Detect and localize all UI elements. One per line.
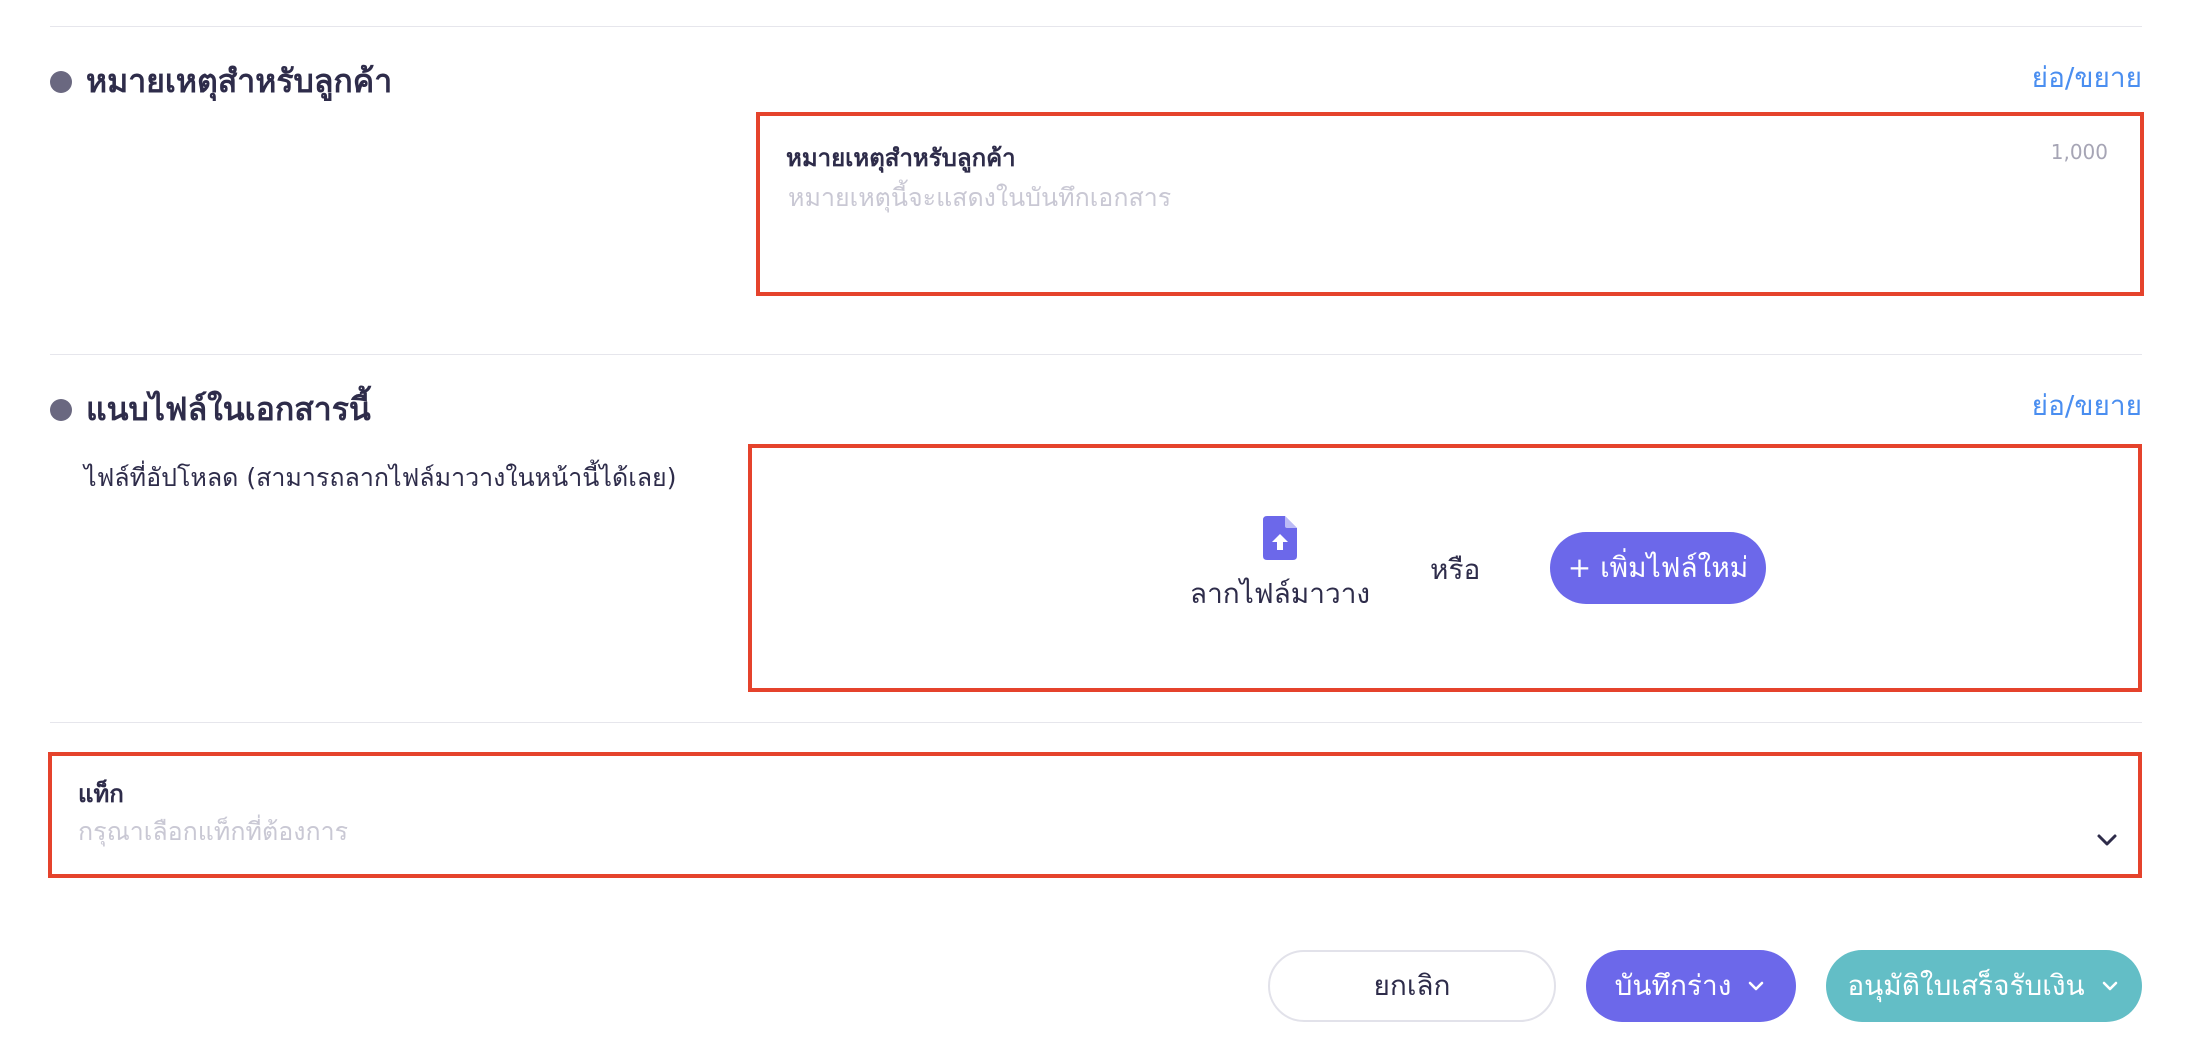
customer-note-char-limit: 1,000 (2050, 140, 2108, 164)
approve-receipt-button[interactable]: อนุมัติใบเสร็จรับเงิน (1826, 950, 2142, 1022)
customer-note-section-title: หมายเหตุสำหรับลูกค้า (50, 56, 392, 107)
chevron-down-icon (2102, 981, 2117, 991)
chevron-down-icon[interactable] (2093, 826, 2121, 854)
or-label: หรือ (1430, 553, 1481, 586)
attachment-section-title: แนบไฟล์ในเอกสารนี้ (50, 384, 371, 435)
customer-note-placeholder: หมายเหตุนี้จะแสดงในบันทึกเอกสาร (788, 183, 1172, 212)
bullet-dot (50, 398, 72, 421)
upload-hint-text: ไฟล์ที่อัปโหลด (สามารถลากไฟล์มาวางในหน้า… (84, 463, 677, 492)
chevron-down-icon (1749, 981, 1764, 991)
tag-select-field[interactable]: แท็ก กรุณาเลือกแท็กที่ต้องการ (48, 752, 2142, 878)
add-file-button[interactable]: + เพิ่มไฟล์ใหม่ (1550, 532, 1766, 604)
tag-field-placeholder: กรุณาเลือกแท็กที่ต้องการ (78, 817, 349, 846)
bullet-dot (50, 70, 72, 93)
cancel-button[interactable]: ยกเลิก (1268, 950, 1556, 1022)
section-divider (50, 722, 2142, 723)
customer-note-toggle-link[interactable]: ย่อ/ขยาย (2032, 56, 2142, 100)
customer-note-field-label: หมายเหตุสำหรับลูกค้า (786, 144, 1016, 172)
file-upload-icon (1263, 516, 1297, 560)
top-divider (50, 26, 2142, 27)
customer-note-title-text: หมายเหตุสำหรับลูกค้า (86, 62, 393, 100)
save-draft-label: บันทึกร่าง (1614, 969, 1732, 1002)
attachment-toggle-link[interactable]: ย่อ/ขยาย (2032, 384, 2142, 428)
drop-file-label: ลากไฟล์มาวาง (1189, 577, 1371, 610)
drop-file-area[interactable]: ลากไฟล์มาวาง (1190, 516, 1370, 616)
cancel-button-label: ยกเลิก (1373, 969, 1451, 1002)
save-draft-button[interactable]: บันทึกร่าง (1586, 950, 1796, 1022)
customer-note-field[interactable]: หมายเหตุสำหรับลูกค้า 1,000 หมายเหตุนี้จะ… (756, 112, 2144, 296)
approve-receipt-label: อนุมัติใบเสร็จรับเงิน (1847, 969, 2085, 1002)
attachment-title-text: แนบไฟล์ในเอกสารนี้ (86, 390, 371, 428)
section-divider (50, 354, 2142, 355)
tag-field-label: แท็ก (78, 780, 124, 808)
